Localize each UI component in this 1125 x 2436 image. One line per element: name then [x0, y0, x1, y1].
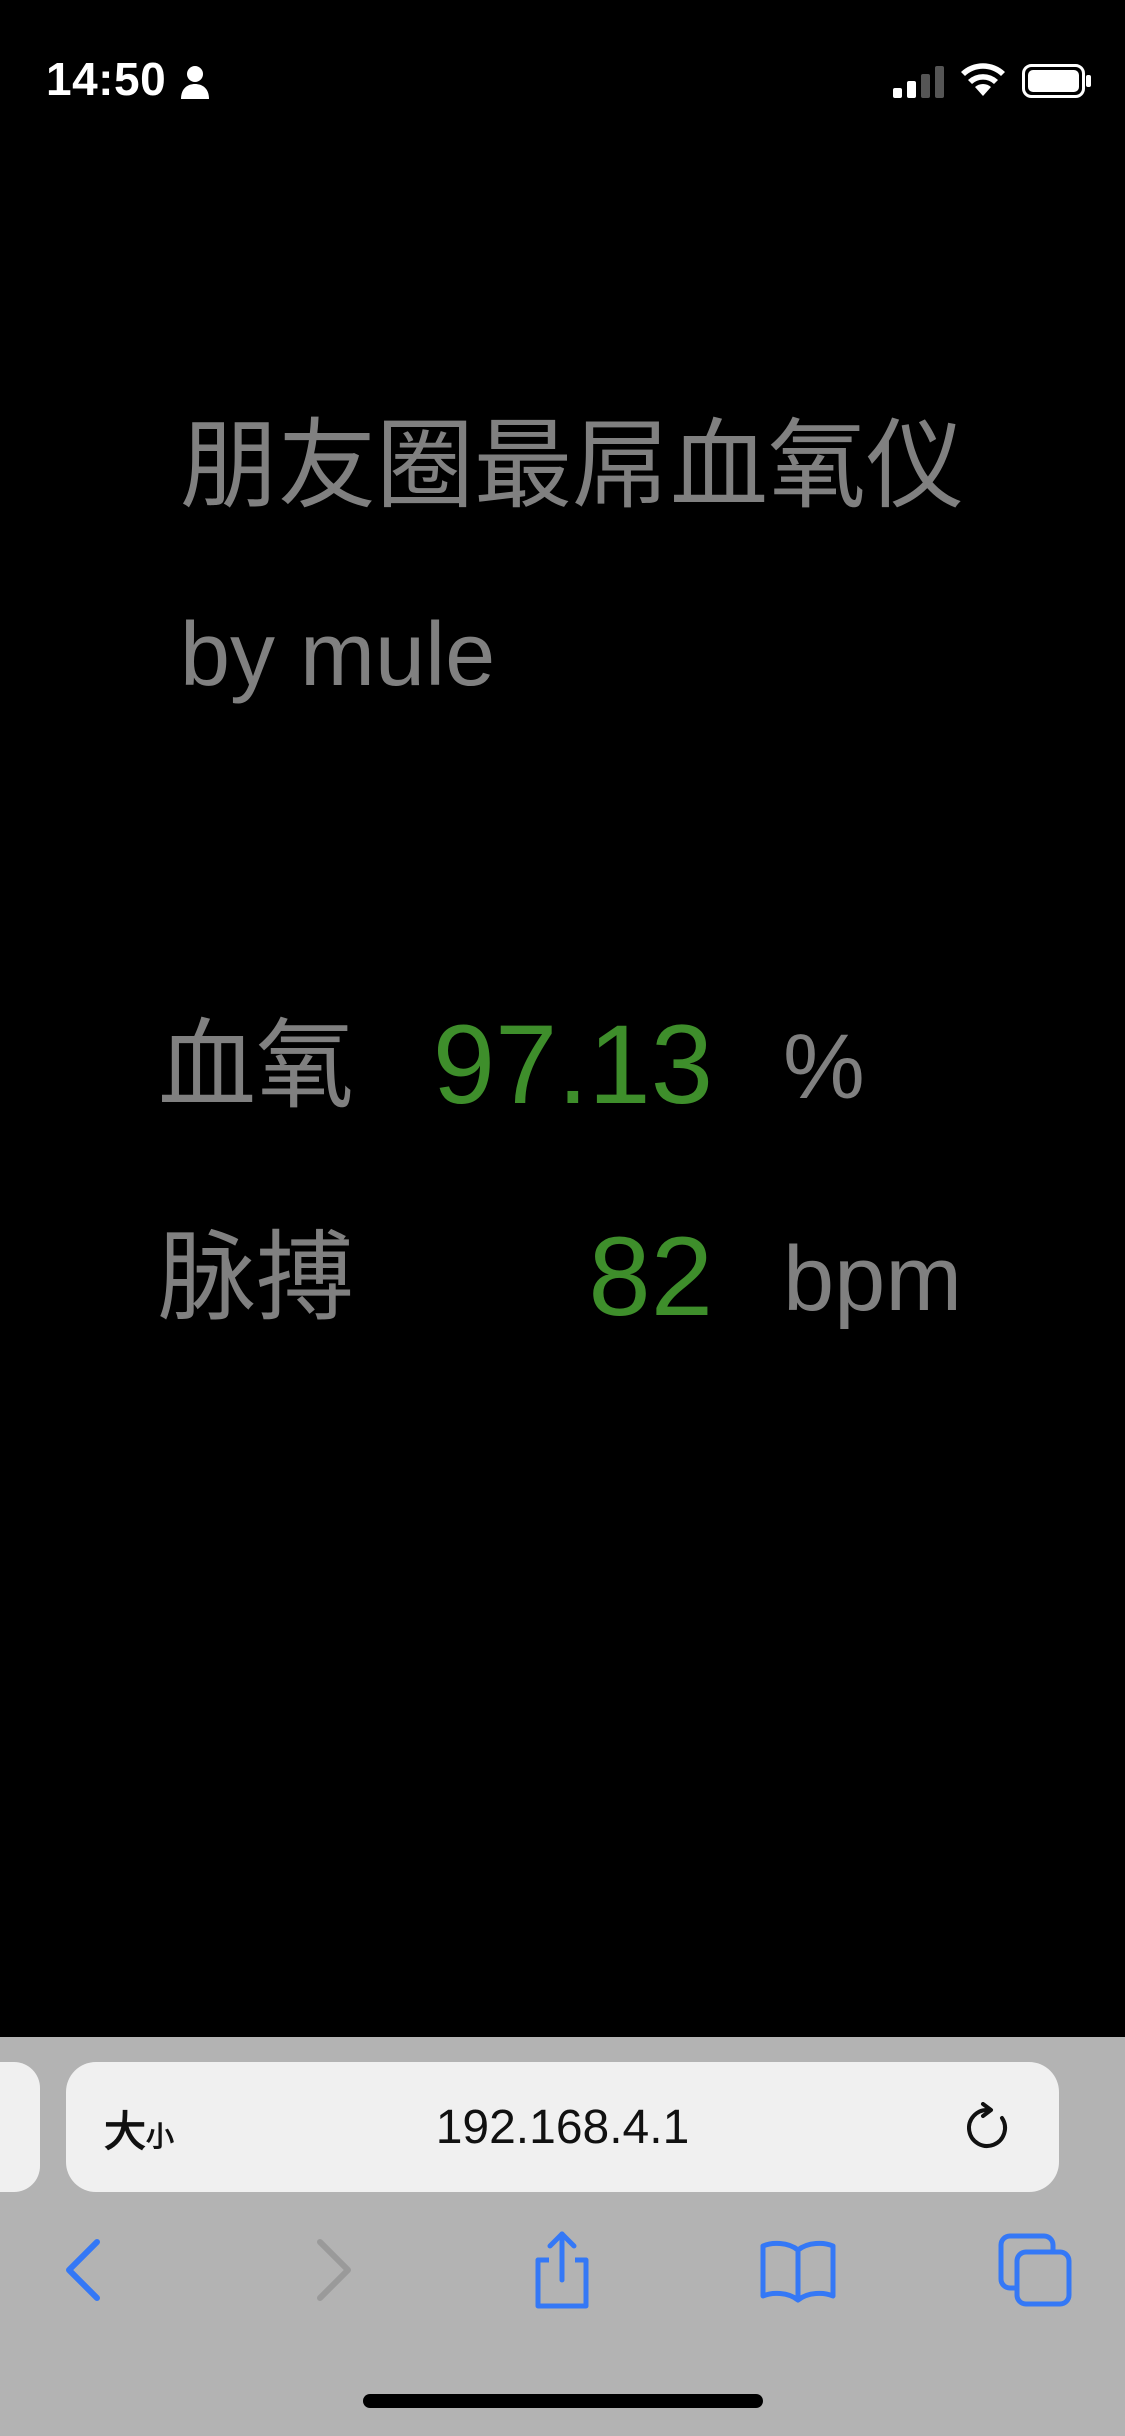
url-text[interactable]: 192.168.4.1 — [66, 2100, 1059, 2156]
page-subtitle: by mule — [180, 605, 496, 705]
page-title: 朋友圈最屌血氧仪 — [180, 410, 965, 520]
browser-toolbar: 大小 192.168.4.1 — [0, 2037, 1125, 2436]
screen: 14:50 朋友圈最屌血氧仪 by mule 血氧 97.13 % 脉搏 82 … — [0, 0, 1125, 2436]
battery-icon — [1022, 64, 1091, 98]
bookmarks-icon[interactable] — [758, 2230, 838, 2310]
previous-tab-card[interactable] — [0, 2062, 40, 2192]
spo2-label: 血氧 — [158, 1010, 355, 1120]
pulse-value: 82 — [588, 1214, 713, 1339]
address-bar[interactable]: 大小 192.168.4.1 — [66, 2062, 1059, 2192]
back-icon[interactable] — [47, 2230, 127, 2310]
spo2-value: 97.13 — [432, 1002, 713, 1127]
reload-icon[interactable] — [962, 2102, 1014, 2154]
spo2-unit: % — [783, 1016, 865, 1118]
person-icon — [181, 66, 209, 99]
wifi-icon — [961, 63, 1005, 96]
share-icon[interactable] — [522, 2230, 602, 2310]
pulse-label: 脉搏 — [158, 1222, 355, 1332]
forward-icon[interactable] — [290, 2230, 370, 2310]
cellular-signal-icon — [893, 66, 944, 98]
status-bar: 14:50 — [0, 0, 1125, 150]
tabs-icon[interactable] — [995, 2230, 1075, 2310]
pulse-unit: bpm — [783, 1228, 962, 1330]
home-indicator[interactable] — [363, 2394, 763, 2408]
status-time: 14:50 — [46, 53, 167, 105]
